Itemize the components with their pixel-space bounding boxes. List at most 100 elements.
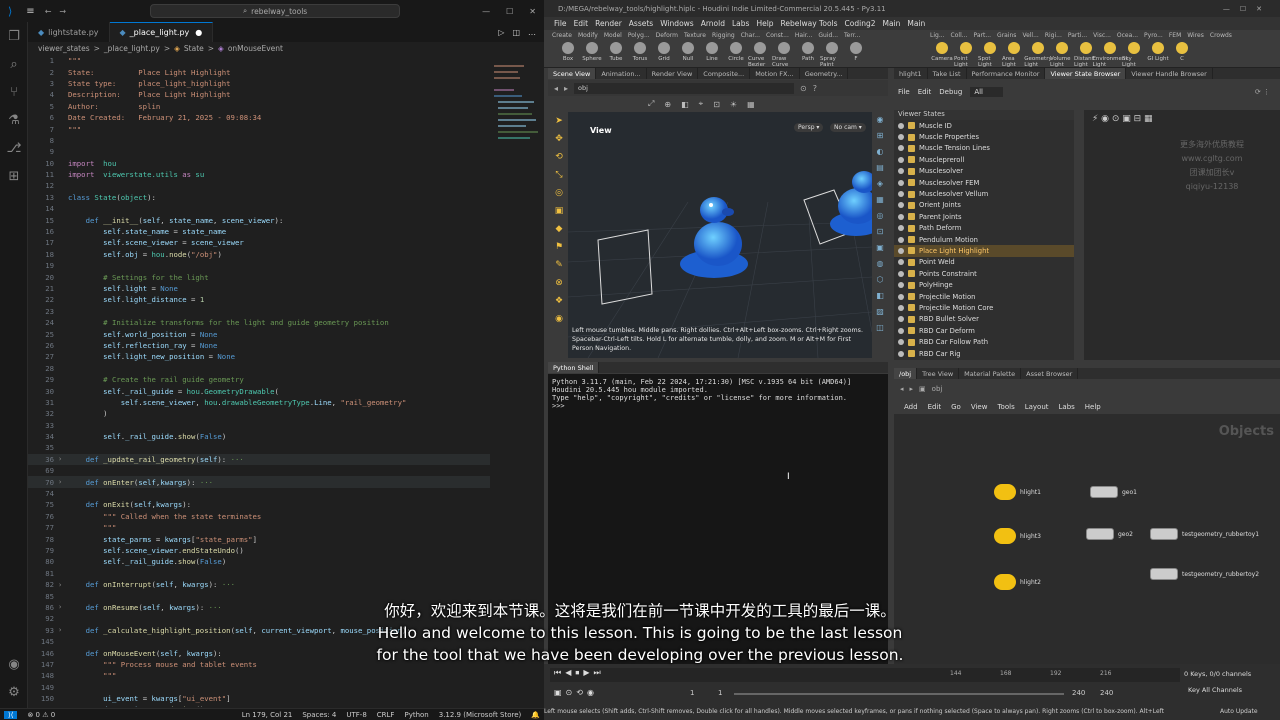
- viewer-state-item[interactable]: Musclesolver FEM: [894, 177, 1074, 188]
- viewer-state-item[interactable]: Musclesolver: [894, 166, 1074, 177]
- viewer-state-item[interactable]: Muscle Tension Lines: [894, 143, 1074, 154]
- start-frame[interactable]: 1: [718, 689, 722, 697]
- breadcrumb-item[interactable]: State: [184, 44, 204, 53]
- run-icon[interactable]: ▷: [498, 28, 504, 37]
- back-icon[interactable]: ◂: [900, 385, 904, 393]
- viewer-state-item[interactable]: Point Weld: [894, 257, 1074, 268]
- persp-menu[interactable]: Persp ▾: [794, 123, 824, 132]
- shelf-tab[interactable]: Guid...: [818, 32, 838, 39]
- current-frame[interactable]: 1: [690, 689, 694, 697]
- viewer-state-item[interactable]: Parent Joints: [894, 211, 1074, 222]
- pane-tab[interactable]: Scene View: [548, 68, 597, 79]
- pane-tab[interactable]: /obj: [894, 368, 918, 379]
- pane-tab[interactable]: Performance Monitor: [967, 68, 1046, 79]
- visibility-icon[interactable]: [898, 168, 904, 175]
- viewer-state-item[interactable]: Place Light Highlight: [894, 245, 1074, 257]
- shelf-tab[interactable]: Grains: [997, 32, 1016, 39]
- node-geo2[interactable]: geo2: [1086, 528, 1133, 540]
- shelf-tool[interactable]: Spray Paint: [820, 42, 844, 68]
- detail-toolbar[interactable]: ⚡ ◉ ⊙ ▣ ⊟ ▦: [1084, 110, 1280, 128]
- menu-edit[interactable]: Edit: [918, 88, 932, 96]
- code-line[interactable]: 16 self. state_name = state_name: [28, 226, 490, 237]
- code-line[interactable]: 36 › def _update_rail_geometry(self): ···: [28, 453, 490, 466]
- code-line[interactable]: 15 def __init__(self, state_name, scene_…: [28, 214, 490, 225]
- pane-tab[interactable]: hlight1: [894, 68, 928, 79]
- visibility-icon[interactable]: [898, 213, 904, 220]
- visibility-icon[interactable]: [898, 236, 904, 243]
- viewer-state-item[interactable]: RBD Bullet Solver: [894, 314, 1074, 325]
- more-actions-icon[interactable]: …: [528, 28, 536, 37]
- forward-icon[interactable]: ▸: [564, 84, 568, 93]
- shelf-tab[interactable]: Texture: [684, 32, 706, 39]
- close-icon[interactable]: ✕: [521, 7, 544, 16]
- back-icon[interactable]: ◂: [554, 84, 558, 93]
- pane-tab[interactable]: Animation...: [596, 68, 647, 79]
- indent-setting[interactable]: Spaces: 4: [302, 711, 336, 719]
- shelf-tab[interactable]: Rigging: [712, 32, 735, 39]
- refresh-icon[interactable]: ⟳ ⋮: [1255, 88, 1280, 96]
- visibility-icon[interactable]: [898, 327, 904, 334]
- code-line[interactable]: 20 # Settings for the light: [28, 271, 490, 282]
- code-line[interactable]: 29 # Create the rail guide geometry: [28, 374, 490, 385]
- path-field[interactable]: obj: [574, 82, 795, 94]
- node-testgeometry-rubbertoy1[interactable]: testgeometry_rubbertoy1: [1150, 528, 1259, 540]
- code-line[interactable]: 81: [28, 568, 490, 579]
- viewer-state-item[interactable]: Projectile Motion Core: [894, 302, 1074, 313]
- menu-item[interactable]: Render: [595, 19, 622, 28]
- snap-icon[interactable]: ⌖: [699, 99, 704, 109]
- menu-item[interactable]: Arnold: [701, 19, 725, 28]
- account-icon[interactable]: ◉: [0, 650, 28, 678]
- shelf-tab[interactable]: Model: [604, 32, 622, 39]
- visibility-icon[interactable]: [898, 316, 904, 323]
- node-hlight2[interactable]: hlight2: [994, 574, 1041, 590]
- visibility-icon[interactable]: [898, 350, 904, 357]
- code-line[interactable]: 10 import hou: [28, 158, 490, 169]
- shelf-tab[interactable]: Rigi...: [1045, 32, 1062, 39]
- fold-chevron-icon[interactable]: ›: [58, 603, 68, 611]
- shelf-tab[interactable]: Const...: [766, 32, 789, 39]
- code-line[interactable]: 7 """: [28, 123, 490, 134]
- code-line[interactable]: 14: [28, 203, 490, 214]
- shelf-tool[interactable]: F: [844, 42, 868, 68]
- pane-tab[interactable]: Material Palette: [959, 368, 1022, 379]
- extensions-icon[interactable]: ⊞: [0, 162, 28, 190]
- menu-item[interactable]: Layout: [1025, 403, 1049, 411]
- shelf-tool[interactable]: Spot Light: [978, 42, 1002, 68]
- breadcrumb-item[interactable]: viewer_states: [38, 44, 90, 53]
- global-end-frame[interactable]: 240: [1100, 689, 1113, 697]
- shelf-tool[interactable]: Curve Bezier: [748, 42, 772, 68]
- shelf-tool[interactable]: Geometry Light: [1024, 42, 1052, 68]
- shelf-tab[interactable]: FEM: [1169, 32, 1181, 39]
- timeline-bar[interactable]: 144 168 192 216: [550, 668, 1180, 682]
- notifications-icon[interactable]: 🔔: [531, 711, 544, 719]
- code-line[interactable]: 13 class State(object):: [28, 192, 490, 203]
- filter-dropdown[interactable]: All: [970, 87, 1003, 97]
- code-line[interactable]: 33: [28, 420, 490, 431]
- shelf-tool[interactable]: Line: [700, 42, 724, 68]
- pane-tab[interactable]: Render View: [647, 68, 699, 79]
- menu-item[interactable]: Coding2: [845, 19, 876, 28]
- cursor-position[interactable]: Ln 179, Col 21: [242, 711, 293, 719]
- visibility-icon[interactable]: [898, 247, 904, 254]
- code-line[interactable]: 18 self. obj = hou. node("/obj"): [28, 249, 490, 260]
- pane-tab[interactable]: Motion FX...: [750, 68, 800, 79]
- minimize-icon[interactable]: —: [474, 7, 498, 16]
- node-geo1[interactable]: geo1: [1090, 486, 1137, 498]
- code-line[interactable]: 75 def onExit(self, kwargs):: [28, 499, 490, 510]
- select-tool-icon[interactable]: ⤢: [648, 99, 654, 109]
- visibility-icon[interactable]: [898, 122, 904, 129]
- problems-icon[interactable]: ⊗ 0 ⚠ 0: [27, 711, 55, 719]
- viewer-state-item[interactable]: Muscle Properties: [894, 131, 1074, 142]
- 3d-viewport[interactable]: View Persp ▾ No cam ▾ Left mouse tumbles…: [568, 112, 872, 358]
- viewer-state-item[interactable]: Path Deform: [894, 223, 1074, 234]
- shelf-tab[interactable]: Wires: [1187, 32, 1204, 39]
- viewer-state-item[interactable]: PolyHinge: [894, 279, 1074, 290]
- transform-icon[interactable]: ⊕: [664, 100, 671, 109]
- shelf-tool[interactable]: Torus: [628, 42, 652, 68]
- visibility-icon[interactable]: [898, 145, 904, 152]
- node-testgeometry-rubbertoy2[interactable]: testgeometry_rubbertoy2: [1150, 568, 1259, 580]
- code-line[interactable]: 8: [28, 135, 490, 146]
- menu-item[interactable]: Edit: [574, 19, 589, 28]
- shelf-tool[interactable]: Camera: [930, 42, 954, 68]
- menu-item[interactable]: Help: [756, 19, 773, 28]
